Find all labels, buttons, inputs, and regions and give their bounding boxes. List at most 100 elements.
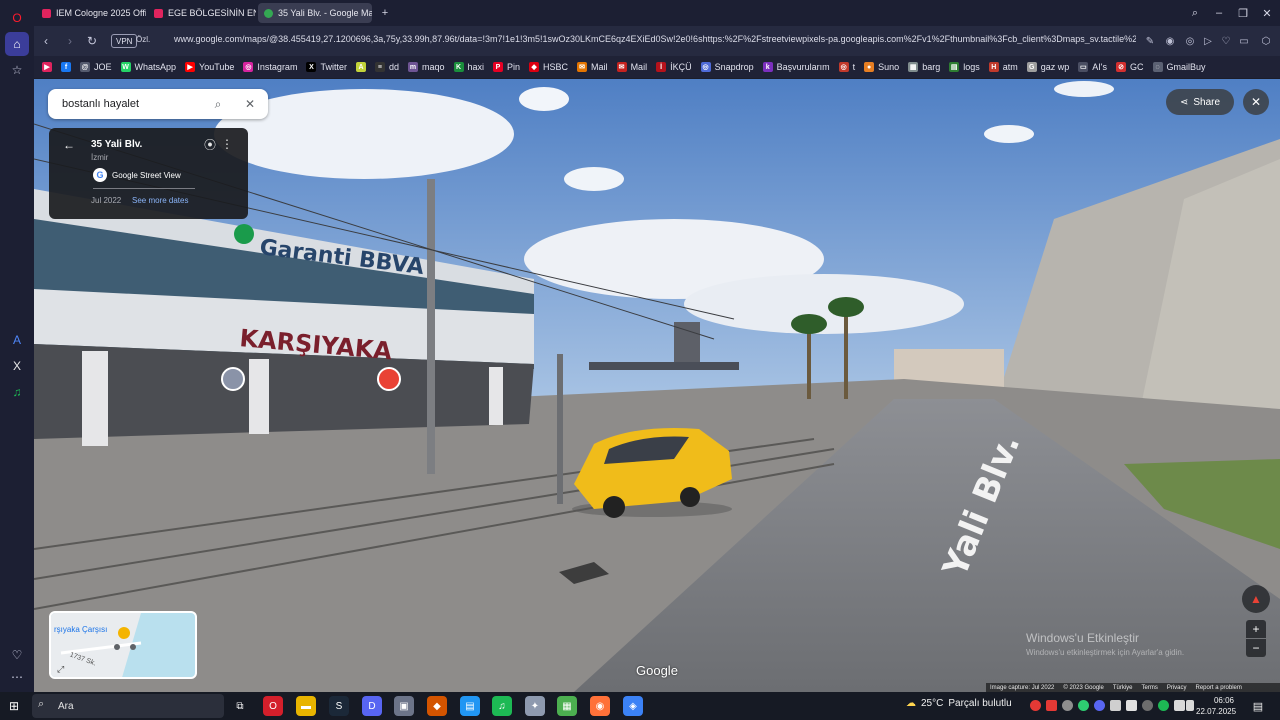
bookmark-item[interactable]: ▶ YouTube <box>185 62 234 72</box>
tab-ege-bolgesi[interactable]: EGE BÖLGESİNİN EN DÜŞ <box>148 3 256 23</box>
tray-usb-icon[interactable] <box>1126 700 1137 711</box>
search-icon[interactable]: ⌕ <box>211 97 225 111</box>
search-input[interactable]: bostanlı hayalet <box>62 98 139 110</box>
bookmark-item[interactable]: ▤ logs <box>949 62 980 72</box>
bookmark-item[interactable]: ◌ GmailBuy <box>1152 62 1206 72</box>
app-icon-7[interactable]: ▤ <box>460 696 480 716</box>
tray-record-icon[interactable] <box>1030 700 1041 711</box>
back-button[interactable]: ‹ <box>37 32 55 50</box>
more-icon[interactable]: ⋯ <box>5 665 29 689</box>
notification-icon[interactable]: ▤ <box>1250 698 1266 714</box>
bookmark-item[interactable]: Ggaz wp <box>1026 62 1069 72</box>
tray-app-icon[interactable] <box>1046 700 1057 711</box>
bookmark-item[interactable]: A <box>355 62 366 72</box>
taskbar-search-box[interactable]: ⌕ Ara <box>32 694 224 718</box>
send-icon[interactable]: ▷ <box>1200 33 1216 49</box>
tray-app-icon[interactable] <box>1142 700 1153 711</box>
bookmark-item[interactable]: @ JOE <box>80 62 112 72</box>
spotify-icon[interactable]: ♫ <box>5 380 29 404</box>
bookmark-item[interactable]: W WhatsApp <box>120 62 176 72</box>
tray-app-icon[interactable] <box>1110 700 1121 711</box>
extensions-icon[interactable]: ⬡ <box>1258 33 1274 49</box>
bookmark-item[interactable]: ✉ Mail <box>577 62 608 72</box>
snapshot-icon[interactable]: ◎ <box>1182 33 1198 49</box>
more-options-icon[interactable]: ⋮ <box>220 137 234 151</box>
bookmark-item[interactable]: ◎ Snapdrop <box>700 62 754 72</box>
home-icon[interactable]: ⌂ <box>5 32 29 56</box>
bookmark-item[interactable]: ◎ t <box>838 62 855 72</box>
tab-google-maps[interactable]: 35 Yali Blv. - Google Maps <box>258 3 372 23</box>
close-street-view-button[interactable]: ✕ <box>1243 89 1269 115</box>
street-view-viewport[interactable]: Garanti BBVA KARŞIYAKA Yali Blv. bostanl… <box>34 79 1280 692</box>
system-clock[interactable]: 06:06 22.07.2025 <box>1196 695 1236 717</box>
url-field[interactable]: www.google.com/maps/@38.455419,27.120069… <box>174 34 1136 44</box>
app-icon-9[interactable]: ✦ <box>525 696 545 716</box>
bookmark-item[interactable]: X Twitter <box>306 62 347 72</box>
firefox-icon[interactable]: ◉ <box>590 696 610 716</box>
bookmark-item[interactable]: m maqo <box>407 62 445 72</box>
place-marker[interactable] <box>377 367 401 391</box>
bookmark-item[interactable]: İ İKÇÜ <box>656 62 692 72</box>
vpn-badge[interactable]: VPN <box>111 34 138 48</box>
tray-discord-icon[interactable] <box>1094 700 1105 711</box>
aria-icon[interactable]: A <box>5 328 29 352</box>
compass-button[interactable]: ▲ <box>1242 585 1270 613</box>
bookmark-item[interactable]: ● Suno <box>864 62 899 72</box>
bookmark-item[interactable]: k Başvurularım <box>762 62 830 72</box>
transit-marker[interactable] <box>221 367 245 391</box>
bookmark-item[interactable]: ▭ AI's <box>1078 62 1107 72</box>
camera-icon[interactable]: ◉ <box>1162 33 1178 49</box>
forward-button[interactable]: › <box>61 32 79 50</box>
clear-search-icon[interactable]: ✕ <box>243 97 257 111</box>
tray-volume-icon[interactable] <box>1186 700 1194 711</box>
tab-iem-cologne[interactable]: IEM Cologne 2025 Official <box>36 3 146 23</box>
bookmark-item[interactable]: Hatm <box>988 62 1018 72</box>
see-more-dates-link[interactable]: See more dates <box>132 196 188 205</box>
heart-icon[interactable]: ♡ <box>5 643 29 667</box>
bookmark-item[interactable]: P Pin <box>493 62 520 72</box>
bookmark-item[interactable]: ⊘ GC <box>1116 62 1144 72</box>
tab-search-icon[interactable]: ⌕ <box>1184 3 1206 23</box>
bookmark-heart-icon[interactable]: ♡ <box>1218 33 1234 49</box>
minimap[interactable]: rşıyaka Çarşısı 1737 Sk. ⤢ <box>49 611 197 679</box>
footer-item[interactable]: Terms <box>1142 685 1158 691</box>
maximize-button[interactable]: ❐ <box>1232 3 1254 23</box>
app-icon-6[interactable]: ◆ <box>427 696 447 716</box>
weather-widget[interactable]: ☁ 25°C Parçalı bulutlu <box>906 698 1012 709</box>
bookmark-item[interactable]: ◆ HSBC <box>529 62 568 72</box>
tray-spotify-icon[interactable] <box>1158 700 1169 711</box>
bookmark-item[interactable]: f <box>61 62 71 72</box>
steam-icon[interactable]: S <box>329 696 349 716</box>
opera-taskbar-icon[interactable]: O <box>263 696 283 716</box>
tray-app-icon[interactable] <box>1078 700 1089 711</box>
bookmark-item[interactable]: ▦ barg <box>908 62 940 72</box>
edit-icon[interactable]: ✎ <box>1142 33 1158 49</box>
app-icon-10[interactable]: ▦ <box>557 696 577 716</box>
bookmark-item[interactable]: ◎ Instagram <box>243 62 297 72</box>
tray-network-icon[interactable] <box>1174 700 1185 711</box>
share-button[interactable]: ⋖ Share <box>1166 89 1234 115</box>
x-icon[interactable]: X <box>5 354 29 378</box>
footer-item[interactable]: Privacy <box>1167 685 1187 691</box>
opera-logo[interactable]: O <box>5 6 29 30</box>
minimize-button[interactable]: – <box>1208 3 1230 23</box>
close-window-button[interactable]: ✕ <box>1256 3 1278 23</box>
file-explorer-icon[interactable]: ▬ <box>296 696 316 716</box>
windows-start-icon[interactable]: ⊞ <box>6 698 22 714</box>
bookmark-item[interactable]: ✉ Mail <box>616 62 647 72</box>
zoom-in-button[interactable]: + <box>1246 620 1266 638</box>
wallet-icon[interactable]: ▭ <box>1236 33 1252 49</box>
new-tab-button[interactable]: + <box>374 3 396 23</box>
bookmark-item[interactable]: Khaxi <box>453 62 484 72</box>
maps-search-box[interactable]: bostanlı hayalet ⌕ ✕ <box>48 89 268 119</box>
discord-icon[interactable]: D <box>362 696 382 716</box>
bookmark-item[interactable]: ▶ <box>42 62 52 72</box>
reload-button[interactable]: ↻ <box>83 32 101 50</box>
task-view-icon[interactable]: ⧉ <box>230 696 250 716</box>
app-icon-12[interactable]: ◈ <box>623 696 643 716</box>
speed-dial-icon[interactable]: ☆ <box>5 58 29 82</box>
location-pin-icon[interactable]: ⦿ <box>203 137 217 152</box>
expand-map-icon[interactable]: ⤢ <box>57 664 64 675</box>
footer-item[interactable]: Report a problem <box>1196 685 1242 691</box>
spotify-taskbar-icon[interactable]: ♫ <box>492 696 512 716</box>
